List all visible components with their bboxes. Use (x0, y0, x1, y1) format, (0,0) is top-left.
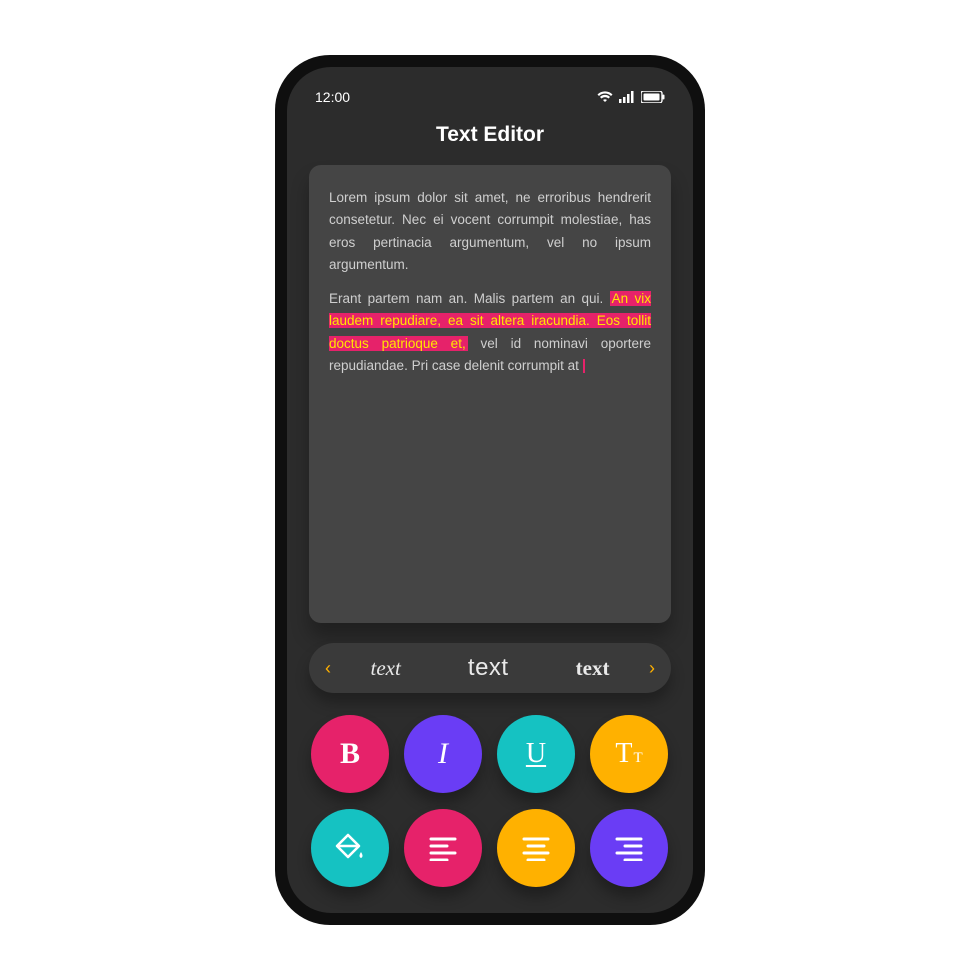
underline-icon: U (526, 738, 546, 770)
italic-button[interactable]: I (404, 715, 482, 793)
font-options: text text text (337, 654, 643, 682)
align-right-button[interactable] (590, 809, 668, 887)
align-right-icon (614, 835, 644, 861)
paint-bucket-icon (333, 831, 367, 865)
phone-frame: 12:00 Text Editor Lorem ipsum dolor sit … (275, 55, 705, 925)
editor-paragraph: Lorem ipsum dolor sit amet, ne erroribus… (329, 187, 651, 276)
status-time: 12:00 (315, 89, 350, 105)
status-bar: 12:00 (309, 85, 671, 115)
phone-screen: 12:00 Text Editor Lorem ipsum dolor sit … (287, 67, 693, 913)
font-option-script[interactable]: text (576, 656, 610, 681)
text-size-icon: TT (615, 738, 642, 770)
app-title: Text Editor (309, 123, 671, 147)
font-option-sans[interactable]: text (468, 654, 509, 682)
signal-icon (619, 91, 635, 103)
bold-button[interactable]: B (311, 715, 389, 793)
underline-button[interactable]: U (497, 715, 575, 793)
text-size-button[interactable]: TT (590, 715, 668, 793)
bold-icon: B (340, 737, 360, 771)
tool-grid: B I U TT (309, 713, 671, 895)
italic-icon: I (438, 737, 448, 771)
font-option-italic[interactable]: text (371, 656, 401, 681)
status-icons (597, 91, 665, 103)
chevron-left-icon[interactable]: ‹ (319, 658, 337, 679)
align-left-icon (428, 835, 458, 861)
align-center-icon (521, 835, 551, 861)
fill-color-button[interactable] (311, 809, 389, 887)
battery-icon (641, 91, 665, 103)
editor-textarea[interactable]: Lorem ipsum dolor sit amet, ne erroribus… (309, 165, 671, 623)
align-left-button[interactable] (404, 809, 482, 887)
editor-text: Erant partem nam an. Malis partem an qui… (329, 291, 610, 306)
align-center-button[interactable] (497, 809, 575, 887)
editor-paragraph: Erant partem nam an. Malis partem an qui… (329, 288, 651, 377)
wifi-icon (597, 91, 613, 103)
text-cursor (583, 359, 585, 373)
font-picker[interactable]: ‹ text text text › (309, 643, 671, 693)
chevron-right-icon[interactable]: › (643, 658, 661, 679)
